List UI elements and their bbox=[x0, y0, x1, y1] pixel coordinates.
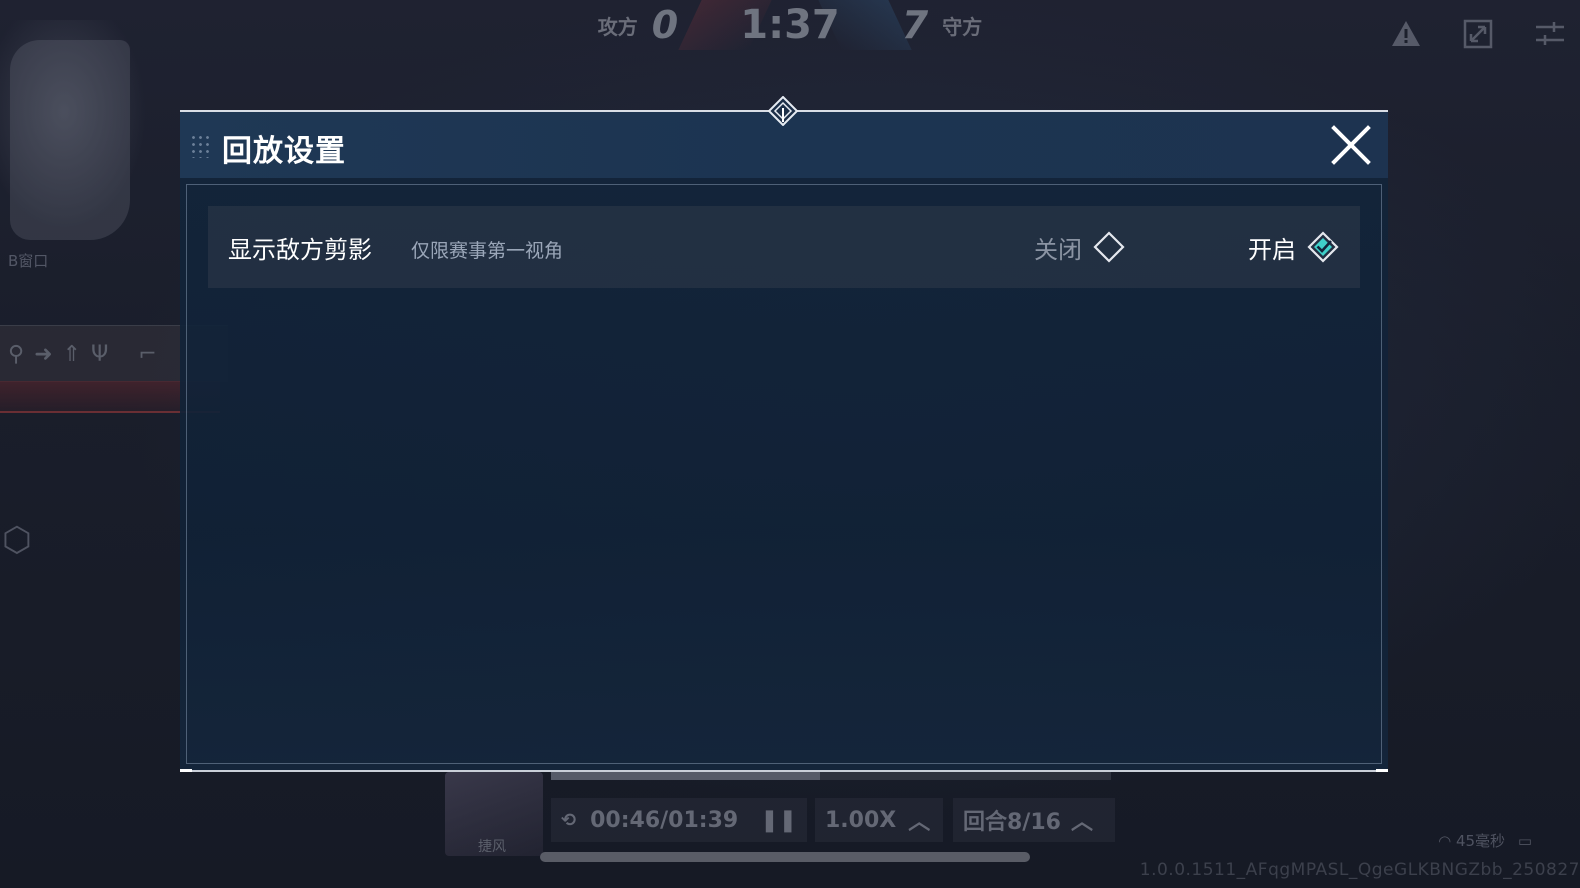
drag-handle-icon[interactable] bbox=[190, 134, 212, 158]
scoreboard: 攻方 0 1:37 7 守方 bbox=[580, 0, 1000, 50]
rewind-10s-icon[interactable]: ⟲ bbox=[561, 810, 576, 831]
blade-icon: Ψ bbox=[91, 341, 109, 367]
round-timer: 1:37 bbox=[740, 2, 840, 48]
warning-icon[interactable] bbox=[1390, 18, 1422, 50]
close-icon bbox=[1331, 125, 1371, 165]
settings-sliders-icon[interactable] bbox=[1534, 18, 1566, 50]
wifi-icon: ◠ bbox=[1438, 832, 1452, 850]
defend-team-label: 守方 bbox=[942, 14, 983, 39]
home-indicator[interactable] bbox=[540, 852, 1030, 862]
ability-icon: ⚲ bbox=[8, 341, 25, 367]
dialog-bottom-border bbox=[180, 770, 1388, 772]
round-selector[interactable]: 回合8/16 ︿ bbox=[953, 798, 1115, 842]
chevron-up-icon: ︿ bbox=[1070, 810, 1093, 835]
setting-row-enemy-silhouette: 显示敌方剪影 仅限赛事第一视角 关闭 开启 bbox=[208, 206, 1360, 288]
option-off-label: 关闭 bbox=[1034, 235, 1082, 264]
setting-hint: 仅限赛事第一视角 bbox=[411, 240, 564, 262]
dialog-title: 回放设置 bbox=[222, 134, 346, 169]
time-box: ⟲ 00:46/01:39 ❚❚ bbox=[551, 798, 807, 842]
replay-settings-dialog: 回放设置 显示敌方剪影 仅限赛事第一视角 关闭 开启 bbox=[180, 96, 1388, 772]
minimap-callout: B窗口 bbox=[8, 252, 49, 270]
updraft-icon: ⇑ bbox=[62, 341, 81, 367]
defend-score: 7 bbox=[901, 3, 929, 47]
spike-icon: ⬡ bbox=[2, 520, 32, 560]
diamond-radio-selected-icon bbox=[1307, 231, 1339, 263]
setting-label: 显示敌方剪影 bbox=[228, 236, 372, 264]
replay-controls: 捷风 ⟲ 00:46/01:39 ❚❚ 1.00X ︿ 回合8/16 ︿ bbox=[445, 770, 1125, 860]
top-right-toolbar bbox=[1390, 18, 1566, 50]
dash-icon: ➜ bbox=[34, 341, 53, 367]
dialog-top-ornament bbox=[768, 96, 798, 126]
build-id: 1.0.0.1511_AFqgMPASL_QgeGLKBNGZbb_250827 bbox=[1139, 860, 1580, 880]
replay-screen: 攻方 0 1:37 7 守方 B窗口 ⚲ ➜ ⇑ Ψ ⌐ ⬡ 捷风 ⟲ 00:4… bbox=[0, 0, 1580, 888]
agent-name: 捷风 bbox=[478, 839, 506, 855]
corner-mark-left bbox=[180, 769, 192, 772]
speed-selector[interactable]: 1.00X ︿ bbox=[815, 798, 943, 842]
pause-icon[interactable]: ❚❚ bbox=[760, 808, 797, 833]
chevron-up-icon: ︿ bbox=[908, 810, 931, 835]
replay-time: 00:46/01:39 bbox=[590, 807, 739, 833]
attack-score: 0 bbox=[651, 3, 679, 47]
close-button[interactable] bbox=[1328, 122, 1374, 168]
battery-icon: ▭ bbox=[1517, 832, 1532, 850]
option-off[interactable]: 关闭 bbox=[1034, 228, 1126, 266]
diamond-radio-icon bbox=[1093, 231, 1125, 263]
minimap-layout bbox=[10, 40, 130, 240]
option-on[interactable]: 开启 bbox=[1248, 228, 1340, 266]
corner-mark-right bbox=[1376, 769, 1388, 772]
speed-value: 1.00X bbox=[825, 807, 897, 833]
attack-team-label: 攻方 bbox=[597, 14, 638, 39]
latency-value: 45毫秒 bbox=[1455, 832, 1506, 850]
network-latency: ◠ 45毫秒 ▭ bbox=[1438, 830, 1532, 851]
weapon-icon: ⌐ bbox=[138, 341, 157, 367]
dialog-body: 显示敌方剪影 仅限赛事第一视角 关闭 开启 bbox=[180, 178, 1388, 772]
minimap[interactable] bbox=[0, 20, 160, 250]
round-value: 回合8/16 bbox=[963, 810, 1061, 835]
fullscreen-icon[interactable] bbox=[1462, 18, 1494, 50]
option-on-label: 开启 bbox=[1248, 235, 1296, 264]
